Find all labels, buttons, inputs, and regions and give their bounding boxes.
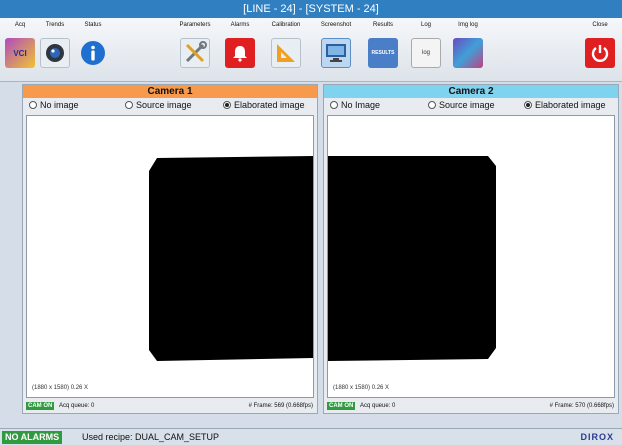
acq-queue: Acq queue: 0 xyxy=(59,403,95,409)
recipe-label: Used recipe: DUAL_CAM_SETUP xyxy=(82,432,220,442)
camera-status-bar: CAM ON Acq queue: 0 # Frame: 569 (0.668f… xyxy=(23,399,317,413)
acq-queue: Acq queue: 0 xyxy=(360,403,396,409)
status-button[interactable]: Status xyxy=(73,18,113,82)
cam-on-badge: CAM ON xyxy=(26,402,55,410)
camera-panel-2: Camera 2 No Image Source image Elaborate… xyxy=(323,84,619,414)
calibration-label: Calibration xyxy=(271,22,301,28)
image-mode-group: No image Source image Elaborated image xyxy=(23,98,317,113)
radio-elaborated-image[interactable]: Elaborated image xyxy=(223,100,305,110)
wrench-screwdriver-icon xyxy=(180,38,210,68)
monitor-icon xyxy=(321,38,351,68)
results-label: Results xyxy=(372,22,393,28)
close-button[interactable]: Close xyxy=(580,18,620,82)
radio-source-image[interactable]: Source image xyxy=(125,100,192,110)
power-icon xyxy=(585,38,615,68)
bell-icon xyxy=(225,38,255,68)
image-log-icon xyxy=(453,38,483,68)
screenshot-label: Screenshot xyxy=(320,22,352,28)
trends-label: Trends xyxy=(45,22,65,28)
results-folder-icon: RESULTS xyxy=(368,38,398,68)
log-label: Log xyxy=(420,22,431,28)
log-button[interactable]: Log log xyxy=(405,18,447,82)
results-button[interactable]: Results RESULTS xyxy=(361,18,405,82)
camera-viewport[interactable]: (1880 x 1580) 0.26 X xyxy=(26,115,314,398)
camera-status-bar: CAM ON Acq queue: 0 # Frame: 570 (0.668f… xyxy=(324,399,618,413)
cam-on-badge: CAM ON xyxy=(327,402,356,410)
window-title: [LINE - 24] - [SYSTEM - 24] xyxy=(0,0,622,18)
alarms-button[interactable]: Alarms xyxy=(219,18,261,82)
camera-title: Camera 2 xyxy=(324,85,618,98)
triangle-ruler-icon xyxy=(271,38,301,68)
alarm-status-badge: NO ALARMS xyxy=(2,431,63,444)
acq-icon: VCI xyxy=(5,38,35,68)
info-icon xyxy=(78,38,108,68)
camera-viewport[interactable]: (1880 x 1580) 0.26 X xyxy=(327,115,615,398)
close-label: Close xyxy=(592,22,608,28)
camera-panel-1: Camera 1 No image Source image Elaborate… xyxy=(22,84,318,414)
radio-no-image[interactable]: No Image xyxy=(330,100,380,110)
camera-title: Camera 1 xyxy=(23,85,317,98)
radio-no-image[interactable]: No image xyxy=(29,100,79,110)
log-icon: log xyxy=(411,38,441,68)
screenshot-button[interactable]: Screenshot xyxy=(311,18,361,82)
trends-button[interactable]: Trends xyxy=(37,18,73,82)
status-bar: NO ALARMS Used recipe: DUAL_CAM_SETUP DI… xyxy=(0,428,622,445)
acq-button[interactable]: Acq VCI xyxy=(3,18,37,82)
image-mode-group: No Image Source image Elaborated image xyxy=(324,98,618,113)
radio-source-image[interactable]: Source image xyxy=(428,100,495,110)
resolution-label: (1880 x 1580) 0.26 X xyxy=(333,385,390,391)
acq-label: Acq xyxy=(14,22,26,28)
calibration-button[interactable]: Calibration xyxy=(261,18,311,82)
processed-image xyxy=(149,156,313,361)
frame-counter: # Frame: 569 (0.668fps) xyxy=(248,403,313,409)
frame-counter: # Frame: 570 (0.668fps) xyxy=(549,403,614,409)
alarms-label: Alarms xyxy=(230,22,250,28)
camera-lens-icon xyxy=(40,38,70,68)
brand-logo: DIROX xyxy=(580,432,614,442)
img-log-label: Img log xyxy=(458,22,478,28)
processed-image xyxy=(328,156,496,361)
parameters-button[interactable]: Parameters xyxy=(171,18,219,82)
toolbar: Acq VCI Trends Status Parameters Alarms … xyxy=(0,18,622,82)
resolution-label: (1880 x 1580) 0.26 X xyxy=(32,385,89,391)
status-label: Status xyxy=(84,22,102,28)
parameters-label: Parameters xyxy=(179,22,211,28)
radio-elaborated-image[interactable]: Elaborated image xyxy=(524,100,606,110)
img-log-button[interactable]: Img log xyxy=(447,18,489,82)
